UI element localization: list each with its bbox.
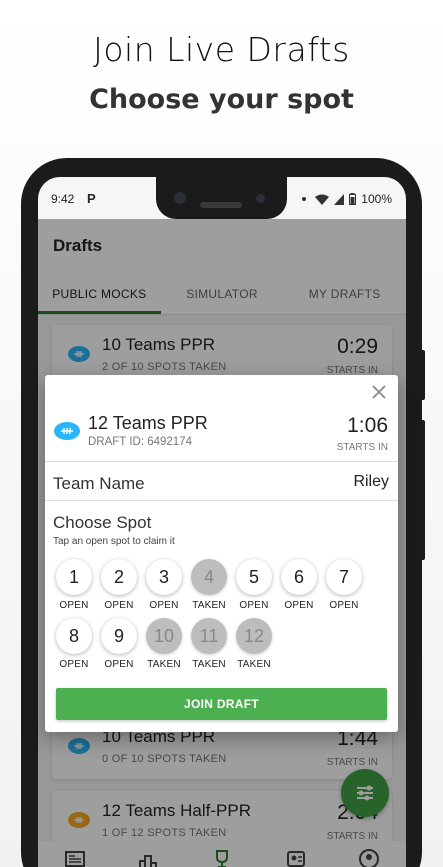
spot-button-8[interactable]: 8 OPEN: [54, 618, 94, 670]
spot-button-2[interactable]: 2 OPEN: [99, 559, 139, 611]
spot-status: TAKEN: [192, 659, 226, 670]
dialog-countdown: 1:06: [347, 414, 388, 437]
spot-status: TAKEN: [147, 659, 181, 670]
spot-button-3[interactable]: 3 OPEN: [144, 559, 184, 611]
spot-status: TAKEN: [192, 600, 226, 611]
divider: [45, 461, 398, 462]
spot-number: 8: [56, 618, 92, 654]
signal-icon: [334, 193, 345, 205]
spot-number: 2: [101, 559, 137, 595]
spot-number: 4: [191, 559, 227, 595]
join-draft-dialog: 12 Teams PPR DRAFT ID: 6492174 1:06 STAR…: [45, 375, 398, 732]
spot-status: OPEN: [59, 659, 89, 670]
status-indicators: 100%: [302, 192, 392, 206]
football-icon: [54, 422, 80, 440]
spot-button-1[interactable]: 1 OPEN: [54, 559, 94, 611]
spot-status: OPEN: [104, 659, 134, 670]
spot-status: OPEN: [104, 600, 134, 611]
front-sensor: [256, 194, 265, 203]
choose-spot-label: Choose Spot: [53, 513, 152, 532]
spot-status: OPEN: [239, 600, 269, 611]
spot-status: OPEN: [149, 600, 179, 611]
notification-dot-icon: [302, 197, 307, 201]
wifi-icon: [315, 194, 330, 205]
camera-notch: [156, 177, 287, 219]
spot-status: TAKEN: [237, 659, 271, 670]
spot-button-9[interactable]: 9 OPEN: [99, 618, 139, 670]
status-time: 9:42: [51, 192, 75, 206]
starts-in-label: STARTS IN: [336, 442, 388, 453]
spot-number: 6: [281, 559, 317, 595]
spot-button-10[interactable]: 10 TAKEN: [144, 618, 184, 670]
phone-volume-button: [420, 420, 425, 560]
app-notification-icon: P: [87, 191, 96, 206]
battery-percent: 100%: [361, 192, 392, 206]
spot-number: 1: [56, 559, 92, 595]
promo-subheadline: Choose your spot: [89, 84, 354, 115]
join-draft-button[interactable]: JOIN DRAFT: [56, 688, 387, 720]
spot-number: 9: [101, 618, 137, 654]
spot-button-5[interactable]: 5 OPEN: [234, 559, 274, 611]
spot-number: 5: [236, 559, 272, 595]
spot-status: OPEN: [329, 600, 359, 611]
spot-status: OPEN: [59, 600, 89, 611]
earpiece-speaker: [200, 202, 242, 208]
team-name-field[interactable]: Riley: [353, 473, 389, 491]
choose-spot-hint: Tap an open spot to claim it: [53, 536, 175, 547]
battery-icon: [349, 193, 357, 205]
divider: [45, 500, 398, 501]
spot-number: 7: [326, 559, 362, 595]
close-icon[interactable]: [370, 383, 388, 401]
spot-number: 3: [146, 559, 182, 595]
draft-id: DRAFT ID: 6492174: [88, 436, 192, 448]
front-camera: [174, 192, 186, 204]
spot-status: OPEN: [284, 600, 314, 611]
spot-number: 10: [146, 618, 182, 654]
spot-button-7[interactable]: 7 OPEN: [324, 559, 364, 611]
promo-headline: Join Live Drafts: [93, 30, 350, 69]
spot-button-6[interactable]: 6 OPEN: [279, 559, 319, 611]
phone-side-button: [420, 350, 425, 400]
spot-number: 12: [236, 618, 272, 654]
spot-button-11[interactable]: 11 TAKEN: [189, 618, 229, 670]
spot-number: 11: [191, 618, 227, 654]
spot-button-4[interactable]: 4 TAKEN: [189, 559, 229, 611]
spot-button-12[interactable]: 12 TAKEN: [234, 618, 274, 670]
team-name-label: Team Name: [53, 474, 145, 493]
dialog-draft-title: 12 Teams PPR: [88, 413, 208, 433]
